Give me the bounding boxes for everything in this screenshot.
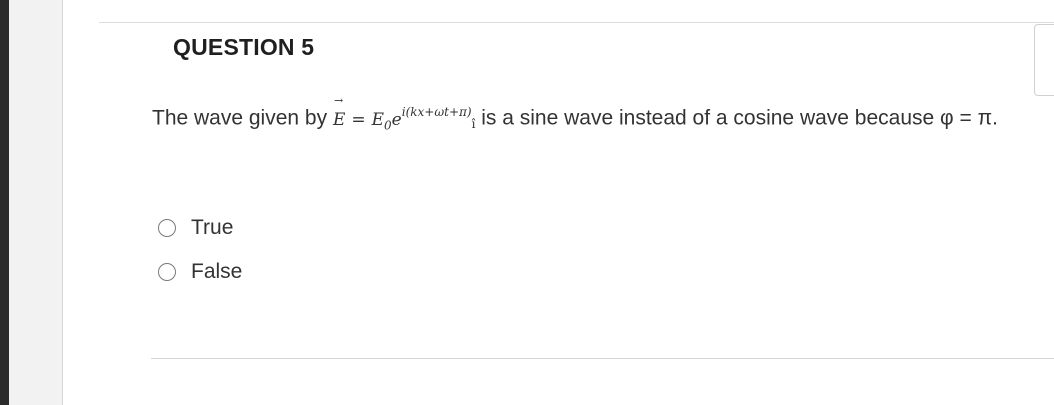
- formula-amplitude: E: [371, 109, 385, 130]
- formula: → E = E0ei(kx+ωt+π)î: [333, 95, 475, 133]
- bottom-divider: [151, 358, 1054, 359]
- points-box: [1034, 24, 1054, 96]
- top-divider: [99, 22, 1054, 23]
- question-text-before: The wave given by: [152, 106, 333, 130]
- radio-true[interactable]: [158, 219, 176, 237]
- vector-symbol: E: [332, 109, 346, 130]
- option-true-label[interactable]: True: [191, 216, 233, 240]
- formula-equals: =: [351, 109, 366, 130]
- window-left-edge: [0, 0, 9, 405]
- formula-base: e: [391, 109, 402, 130]
- formula-exponent: i(kx+ωt+π): [401, 105, 472, 119]
- answer-options: True False: [152, 206, 242, 294]
- vector-arrow-icon: →: [333, 93, 344, 107]
- question-text-after: is a sine wave instead of a cosine wave …: [475, 106, 998, 130]
- question-text: The wave given by → E = E0ei(kx+ωt+π)î is a…: [152, 95, 1012, 142]
- option-true[interactable]: True: [152, 206, 242, 250]
- option-false[interactable]: False: [152, 250, 242, 294]
- left-sidebar-panel: [9, 0, 63, 405]
- radio-false[interactable]: [158, 263, 176, 281]
- option-false-label[interactable]: False: [191, 260, 242, 284]
- formula-amplitude-subscript: 0: [384, 118, 392, 133]
- vector-e: → E: [332, 95, 346, 137]
- question-title: QUESTION 5: [173, 34, 315, 60]
